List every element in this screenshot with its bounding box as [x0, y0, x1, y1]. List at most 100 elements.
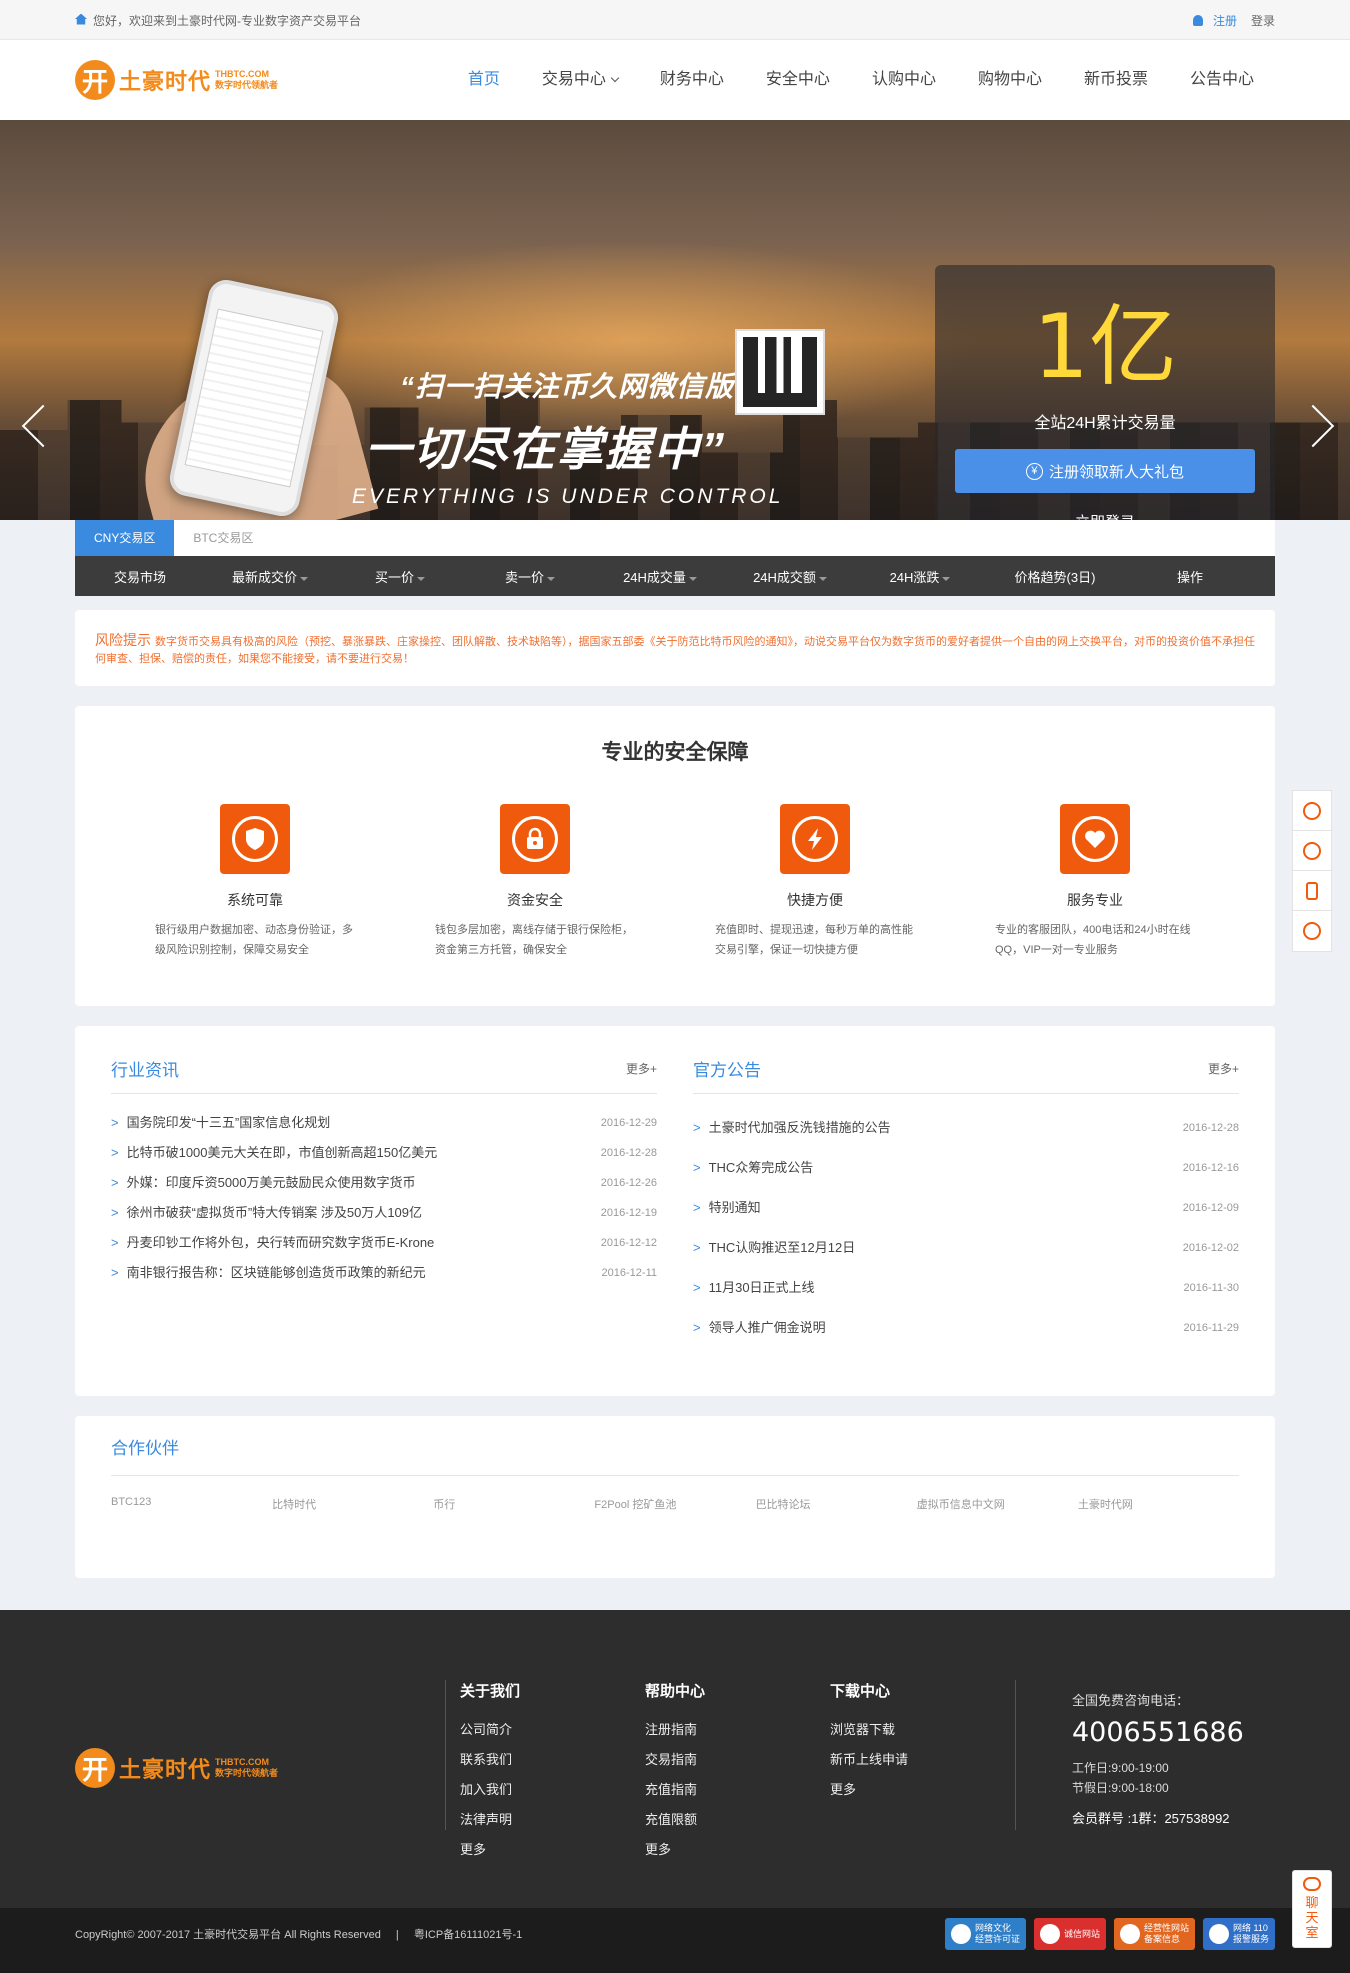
footer-link[interactable]: 法律声明 [460, 1805, 645, 1835]
logo-mark: 开 [75, 60, 115, 100]
chevron-right-icon: > [693, 1240, 701, 1255]
chat-bubble-icon [1303, 1877, 1321, 1891]
col-bid[interactable]: 买一价 [335, 567, 465, 586]
news-item[interactable]: > 徐州市破获“虚拟货币”特大传销案 涉及50万人109亿 2016-12-19 [111, 1198, 657, 1228]
col-ask[interactable]: 卖一价 [465, 567, 595, 586]
certification-badge[interactable]: 网络 110 报警服务 [1202, 1918, 1275, 1950]
partners-title: 合作伙伴 [111, 1434, 1239, 1476]
announcement-item[interactable]: > 领导人推广佣金说明 2016-11-29 [693, 1308, 1239, 1348]
announcement-item-title: > 土豪时代加强反洗钱措施的公告 [693, 1120, 891, 1135]
footer-link[interactable]: 新币上线申请 [830, 1745, 1015, 1775]
news-item[interactable]: > 外媒：印度斥资5000万美元鼓励民众使用数字货币 2016-12-26 [111, 1168, 657, 1198]
announcement-item[interactable]: > 土豪时代加强反洗钱措施的公告 2016-12-28 [693, 1108, 1239, 1148]
announcements-more-link[interactable]: 更多+ [1208, 1060, 1239, 1077]
footer-column-title: 帮助中心 [645, 1683, 706, 1700]
badge-text: 经营性网站 备案信息 [1143, 1923, 1189, 1944]
sort-icon [688, 576, 697, 581]
col-change[interactable]: 24H涨跌 [855, 567, 985, 586]
col-turnover[interactable]: 24H成交额 [725, 567, 855, 586]
mobile-button[interactable] [1293, 871, 1331, 911]
footer-link[interactable]: 注册指南 [645, 1715, 830, 1745]
feature-title: 服务专业 [1067, 892, 1123, 908]
shield-icon [220, 804, 290, 874]
nav-finance-center[interactable]: 财务中心 [639, 40, 745, 120]
news-item-date: 2016-12-29 [600, 1117, 657, 1129]
partner-link[interactable]: 土豪时代网 [1078, 1496, 1239, 1512]
banner-prev-arrow[interactable] [18, 404, 65, 451]
nav-trade-center[interactable]: 交易中心 [521, 40, 639, 120]
partner-link[interactable]: F2Pool 挖矿鱼池 [594, 1496, 755, 1512]
qq-button[interactable] [1293, 791, 1331, 831]
announcements-title: 官方公告 [693, 1061, 761, 1080]
footer-link[interactable]: 充值限额 [645, 1805, 830, 1835]
banner-next-arrow[interactable] [1291, 404, 1335, 451]
announcement-item[interactable]: > 特别通知 2016-12-09 [693, 1188, 1239, 1228]
register-link[interactable]: 注册 [1213, 12, 1237, 29]
tab-cny[interactable]: CNY交易区 [75, 520, 175, 556]
partner-link[interactable]: BTC123 [111, 1496, 272, 1512]
announcement-item-date: 2016-12-09 [1182, 1202, 1239, 1214]
footer-link[interactable]: 更多 [645, 1835, 830, 1865]
risk-text: 数字货币交易具有极高的风险（预挖、暴涨暴跌、庄家操控、团队解散、技术缺陷等），据… [95, 636, 1255, 665]
announcement-item[interactable]: > THC认购推迟至12月12日 2016-12-02 [693, 1228, 1239, 1268]
news-item-title: > 南非银行报告称：区块链能够创造货币政策的新纪元 [111, 1265, 426, 1280]
partner-link[interactable]: 比特时代 [272, 1496, 433, 1512]
register-gift-button[interactable]: ¥ 注册领取新人大礼包 [955, 449, 1255, 493]
announcement-item[interactable]: > THC众筹完成公告 2016-12-16 [693, 1148, 1239, 1188]
phone-button[interactable] [1293, 911, 1331, 951]
footer-link[interactable]: 联系我们 [460, 1745, 645, 1775]
partner-link[interactable]: 巴比特论坛 [756, 1496, 917, 1512]
news-item[interactable]: > 国务院印发“十三五”国家信息化规划 2016-12-29 [111, 1108, 657, 1138]
login-now-link[interactable]: 立即登录 [935, 511, 1275, 520]
industry-news-more-link[interactable]: 更多+ [626, 1060, 657, 1077]
announcement-item[interactable]: >11月30日正式上线 2016-11-30 [693, 1268, 1239, 1308]
news-item[interactable]: > 南非银行报告称：区块链能够创造货币政策的新纪元 2016-12-11 [111, 1258, 657, 1288]
site-logo[interactable]: 开 土豪时代 THBTC.COM 数字时代领航者 [75, 60, 278, 100]
news-item[interactable]: > 丹麦印钞工作将外包，央行转而研究数字货币E-Krone 2016-12-12 [111, 1228, 657, 1258]
col-latest-price[interactable]: 最新成交价 [205, 567, 335, 586]
footer-link[interactable]: 更多 [830, 1775, 1015, 1805]
certification-badge[interactable]: 诚信网站 [1033, 1918, 1106, 1950]
news-item[interactable]: > 比特币破1000美元大关在即，市值创新高超150亿美元 2016-12-28 [111, 1138, 657, 1168]
hotline-number: 4006551686 [1072, 1717, 1244, 1748]
logo-tagline: 数字时代领航者 [215, 1768, 279, 1778]
chevron-right-icon: > [111, 1145, 119, 1160]
col-volume[interactable]: 24H成交量 [595, 567, 725, 586]
footer-link[interactable]: 浏览器下载 [830, 1715, 1015, 1745]
welcome-message: 您好，欢迎来到土豪时代网-专业数字资产交易平台 [75, 12, 361, 29]
welcome-text: 您好，欢迎来到土豪时代网-专业数字资产交易平台 [93, 13, 361, 28]
partner-link[interactable]: 币行 [433, 1496, 594, 1512]
footer-link[interactable]: 交易指南 [645, 1745, 830, 1775]
footer-link[interactable]: 加入我们 [460, 1775, 645, 1805]
member-qq-group: 会员群号 :1群：257538992 [1072, 1811, 1230, 1826]
announcement-item-date: 2016-11-29 [1183, 1322, 1239, 1334]
copyright: CopyRight© 2007-2017 土豪时代交易平台 All Rights… [75, 1929, 381, 1941]
nav-subscription-center[interactable]: 认购中心 [851, 40, 957, 120]
footer-logo[interactable]: 开 土豪时代 THBTC.COM 数字时代领航者 [75, 1748, 278, 1788]
holiday-hours: 节假日:9:00-18:00 [1072, 1781, 1169, 1795]
register-gift-label: 注册领取新人大礼包 [1048, 463, 1184, 481]
nav-home[interactable]: 首页 [447, 40, 521, 120]
wechat-button[interactable] [1293, 831, 1331, 871]
nav-new-coin-vote[interactable]: 新币投票 [1063, 40, 1169, 120]
footer: 开 土豪时代 THBTC.COM 数字时代领航者 关于我们公司简介 联系我们 加入我… [0, 1610, 1350, 1908]
icp-number: 粤ICP备16111021号-1 [413, 1929, 523, 1941]
partner-link[interactable]: 虚拟币信息中文网 [917, 1496, 1078, 1512]
footer-link[interactable]: 更多 [460, 1835, 645, 1865]
footer-link[interactable]: 充值指南 [645, 1775, 830, 1805]
announcement-item-date: 2016-11-30 [1183, 1282, 1239, 1294]
certification-badge[interactable]: 网络文化 经营许可证 [944, 1918, 1026, 1950]
footer-column-title: 关于我们 [460, 1683, 521, 1700]
login-link[interactable]: 登录 [1251, 12, 1275, 29]
nav-security-center[interactable]: 安全中心 [745, 40, 851, 120]
nav-announcement-center[interactable]: 公告中心 [1169, 40, 1275, 120]
risk-title: 风险提示 [95, 632, 151, 648]
tab-btc[interactable]: BTC交易区 [174, 520, 272, 556]
footer-link[interactable]: 公司简介 [460, 1715, 645, 1745]
chat-room-button[interactable]: 聊天室 [1292, 1870, 1332, 1948]
sort-icon [417, 576, 425, 581]
chevron-right-icon: > [693, 1120, 701, 1135]
certification-badge[interactable]: 经营性网站 备案信息 [1113, 1918, 1195, 1950]
nav-shopping-center[interactable]: 购物中心 [957, 40, 1063, 120]
chevron-right-icon: > [111, 1205, 119, 1220]
